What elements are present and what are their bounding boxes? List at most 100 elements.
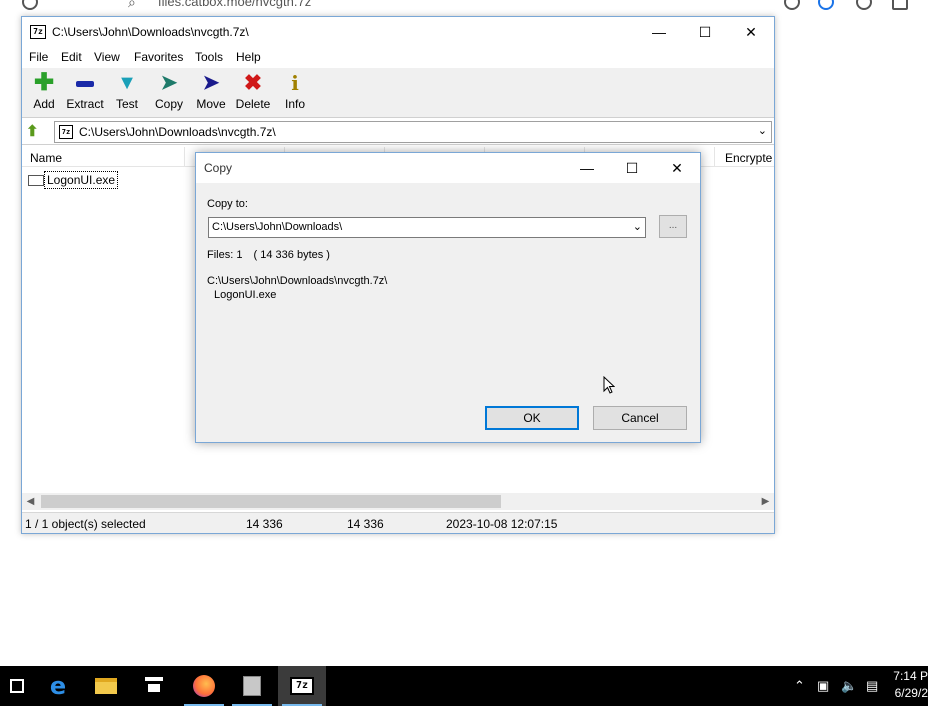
folder-icon [95, 678, 117, 694]
window-title: C:\Users\John\Downloads\nvcgth.7z\ [52, 25, 249, 39]
copy-label: Copy [154, 97, 183, 111]
dialog-minimize-button[interactable]: — [564, 153, 610, 183]
taskbar-edge[interactable]: e [34, 666, 82, 706]
double-arrow-icon: ➤ [160, 72, 178, 94]
cancel-button[interactable]: Cancel [593, 406, 687, 430]
destination-combobox[interactable]: C:\Users\John\Downloads\ ⌄ [208, 217, 646, 238]
dialog-title-bar[interactable]: Copy — ☐ ✕ [196, 153, 700, 183]
source-file: LogonUI.exe [214, 289, 277, 301]
dialog-title: Copy [204, 161, 233, 175]
task-view-icon [10, 679, 24, 693]
firefox-icon [193, 675, 215, 697]
test-button[interactable]: ▼ Test [105, 72, 149, 116]
delete-button[interactable]: ✖ Delete [231, 72, 275, 116]
status-modified: 2023-10-08 12:07:15 [446, 517, 558, 531]
destination-value: C:\Users\John\Downloads\ [212, 221, 343, 233]
file-icon [28, 175, 44, 186]
extract-label: Extract [66, 97, 104, 111]
source-path: C:\Users\John\Downloads\nvcgth.7z\ [207, 275, 388, 287]
minus-icon [74, 72, 96, 94]
status-size: 14 336 [246, 517, 283, 531]
title-bar[interactable]: 7z C:\Users\John\Downloads\nvcgth.7z\ — … [22, 17, 774, 48]
browse-button[interactable]: ... [659, 215, 687, 238]
menu-file[interactable]: File [29, 50, 48, 64]
clock-date[interactable]: 6/29/2 [895, 686, 928, 700]
menu-edit[interactable]: Edit [61, 50, 82, 64]
scroll-thumb[interactable] [41, 495, 501, 508]
copy-dialog: Copy — ☐ ✕ Copy to: C:\Users\John\Downlo… [195, 152, 701, 443]
maximize-button[interactable]: ☐ [682, 17, 728, 48]
scroll-right-icon[interactable]: ▶ [757, 493, 774, 510]
taskbar-store[interactable] [130, 666, 178, 706]
column-encrypted[interactable]: Encrypte [725, 151, 772, 165]
network-icon[interactable]: ▣ [817, 678, 829, 694]
plus-icon: ✚ [33, 69, 55, 96]
move-button[interactable]: ➤ Move [189, 72, 233, 116]
archive-icon: 7z [59, 125, 73, 139]
browser-strip: ⌕ files.catbox.moe/nvcgth.7z [0, 0, 928, 16]
close-button[interactable]: ✕ [728, 17, 774, 48]
ok-button[interactable]: OK [485, 406, 579, 430]
taskbar-installer[interactable] [228, 666, 276, 706]
installer-icon [243, 676, 261, 696]
taskbar-7zip[interactable]: 7z [278, 666, 326, 706]
chevron-down-icon[interactable]: ⌄ [758, 124, 767, 137]
address-text: C:\Users\John\Downloads\nvcgth.7z\ [79, 125, 276, 139]
files-count: Files: 1 [207, 249, 243, 261]
dialog-maximize-button[interactable]: ☐ [609, 153, 655, 183]
task-view-button[interactable] [0, 666, 34, 706]
shield-icon[interactable] [784, 0, 800, 10]
clock-time[interactable]: 7:14 P [893, 669, 928, 683]
extract-button[interactable]: Extract [63, 72, 107, 116]
arrow-right-icon: ➤ [202, 72, 220, 94]
minimize-button[interactable]: — [636, 17, 682, 48]
edge-icon: e [49, 672, 67, 700]
add-label: Add [33, 97, 55, 111]
taskbar-file-explorer[interactable] [82, 666, 130, 706]
file-name: LogonUI.exe [44, 171, 119, 189]
copy-to-label: Copy to: [207, 198, 248, 210]
address-bar: ⬆ 7z C:\Users\John\Downloads\nvcgth.7z\ … [22, 119, 774, 145]
check-chevron-icon: ▼ [117, 72, 137, 94]
taskbar-firefox[interactable] [180, 666, 228, 706]
profile-icon[interactable] [856, 0, 872, 10]
address-field[interactable]: 7z C:\Users\John\Downloads\nvcgth.7z\ ⌄ [54, 121, 772, 143]
account-icon[interactable] [818, 0, 834, 10]
test-label: Test [115, 97, 138, 111]
info-label: Info [284, 97, 305, 111]
7zip-app-icon: 7z [30, 25, 46, 39]
status-bar: 1 / 1 object(s) selected 14 336 14 336 2… [22, 512, 774, 533]
store-icon [145, 677, 163, 695]
taskbar: e 7z ⌃ ▣ 🔈 ▤ 7:14 P 6/29/2 [0, 666, 928, 706]
x-icon: ✖ [243, 70, 263, 95]
scroll-left-icon[interactable]: ◀ [22, 493, 39, 510]
menu-view[interactable]: View [94, 50, 120, 64]
info-button[interactable]: i Info [273, 72, 317, 116]
dialog-close-button[interactable]: ✕ [654, 153, 700, 183]
menu-bar: File Edit View Favorites Tools Help [22, 48, 774, 68]
menu-help[interactable]: Help [236, 50, 261, 64]
status-packed: 14 336 [347, 517, 384, 531]
info-icon: i [291, 71, 299, 95]
up-folder-icon[interactable]: ⬆ [26, 122, 44, 142]
toolbar: ✚ Add Extract ▼ Test ➤ Copy ➤ Move ✖ Del… [22, 68, 774, 118]
add-button[interactable]: ✚ Add [22, 69, 66, 116]
mouse-cursor-icon [603, 376, 615, 394]
column-name[interactable]: Name [30, 151, 62, 165]
delete-label: Delete [235, 97, 271, 111]
files-info: Files: 1 ( 14 336 bytes ) [207, 249, 338, 261]
copy-button[interactable]: ➤ Copy [147, 72, 191, 116]
status-selected: 1 / 1 object(s) selected [25, 517, 146, 531]
chevron-down-icon[interactable]: ⌄ [633, 220, 642, 233]
menu-tools[interactable]: Tools [195, 50, 223, 64]
extensions-icon[interactable] [892, 0, 908, 10]
horizontal-scrollbar[interactable]: ◀ ▶ [22, 493, 774, 510]
tray-chevron-up-icon[interactable]: ⌃ [794, 678, 805, 694]
volume-muted-icon[interactable]: 🔈 [841, 678, 857, 694]
browser-url[interactable]: files.catbox.moe/nvcgth.7z [158, 0, 311, 9]
menu-favorites[interactable]: Favorites [134, 50, 183, 64]
reload-icon[interactable] [22, 0, 38, 10]
notifications-icon[interactable]: ▤ [866, 678, 878, 694]
move-label: Move [196, 97, 226, 111]
search-icon: ⌕ [128, 0, 136, 10]
